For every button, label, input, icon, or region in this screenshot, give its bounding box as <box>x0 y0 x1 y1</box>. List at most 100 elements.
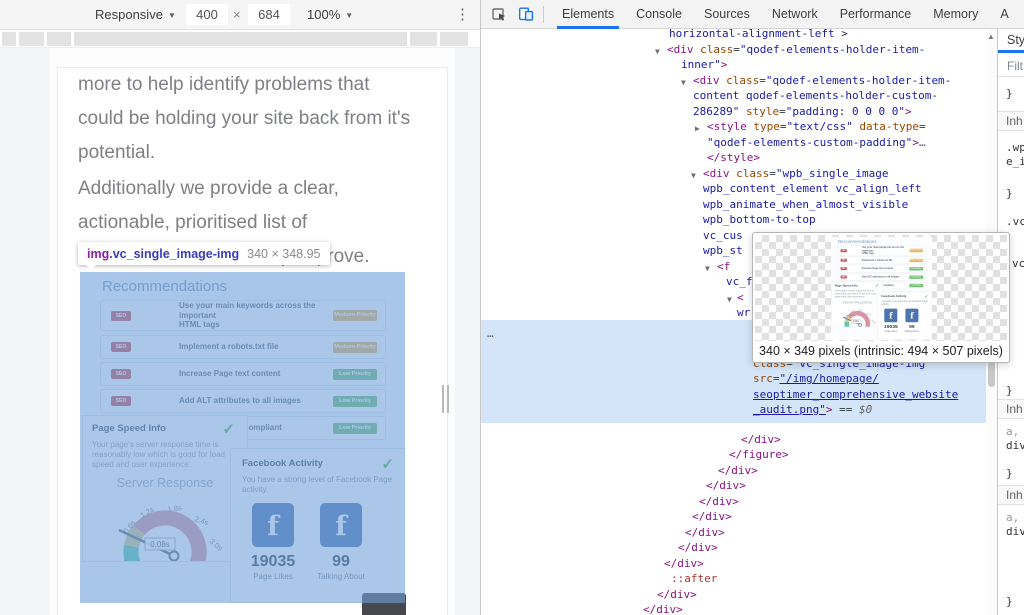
style-rule-text[interactable]: a, <box>1006 425 1019 438</box>
dom-tree-node[interactable]: inner"> <box>681 57 727 72</box>
dom-tree-node[interactable]: ▼<div class="qodef-elements-holder-item- <box>667 42 925 57</box>
dom-tree-node[interactable]: vc_f <box>726 274 753 289</box>
style-rule-text[interactable]: vc <box>1012 257 1024 270</box>
style-rule-text[interactable]: } <box>1006 187 1013 200</box>
dom-tree-node[interactable]: </div> <box>741 432 781 447</box>
dom-tree-node[interactable]: </div> <box>664 556 704 571</box>
dom-tree-node[interactable]: wpb_st <box>703 243 743 258</box>
twisty-icon[interactable]: ▼ <box>691 168 696 183</box>
twisty-icon[interactable]: ▼ <box>727 292 732 307</box>
dom-tree-node[interactable]: </figure> <box>729 447 789 462</box>
recommendation-row[interactable]: SEOIncrease Page text contentLow Priorit… <box>100 362 386 386</box>
dom-tree-node[interactable]: ▼<f <box>717 259 730 274</box>
dom-tree-node[interactable]: </div> <box>692 509 732 524</box>
style-rule-text[interactable]: a, <box>1006 511 1019 524</box>
style-rule-text[interactable]: } <box>1006 87 1013 100</box>
dom-tree-node[interactable]: ::after <box>671 571 717 586</box>
styles-filter[interactable]: Filt <box>998 53 1024 77</box>
priority-pill[interactable]: Medium Priority <box>909 259 923 262</box>
twisty-icon[interactable]: ▼ <box>705 261 710 276</box>
inspect-cursor-icon[interactable] <box>490 5 508 23</box>
viewport-height-input[interactable]: 684 <box>248 4 290 25</box>
twisty-icon[interactable]: ▼ <box>681 75 686 90</box>
recommendation-row[interactable]: SEOAdd ALT attributes to all imagesLow P… <box>100 389 386 413</box>
media-query-segment[interactable] <box>47 32 71 46</box>
priority-pill[interactable]: Low Priority <box>909 284 923 287</box>
scrollbar-up-icon[interactable]: ▲ <box>987 32 995 41</box>
tab-a[interactable]: A <box>989 0 1019 29</box>
dom-tree-node[interactable]: </style> <box>707 150 760 165</box>
tab-console[interactable]: Console <box>625 0 693 29</box>
dom-tree-node[interactable]: _audit.png"> == $0 <box>753 402 872 417</box>
audit-image[interactable]: RecommendationsSEOUse your main keywords… <box>80 272 405 603</box>
scroll-widget[interactable] <box>362 593 406 615</box>
dom-tree-node[interactable]: vc_cus <box>703 228 743 243</box>
tab-memory[interactable]: Memory <box>922 0 989 29</box>
recommendation-row[interactable]: SEOImplement a robots.txt fileMedium Pri… <box>100 335 386 359</box>
media-query-segment[interactable] <box>74 32 407 46</box>
media-query-segment[interactable] <box>440 32 468 46</box>
dom-tree-node[interactable]: wpb_content_element vc_align_left <box>703 181 922 196</box>
style-rule-text[interactable]: div <box>1006 525 1024 538</box>
priority-pill[interactable]: Low Priority <box>333 396 377 407</box>
priority-pill[interactable]: Medium Priority <box>333 342 377 353</box>
recommendation-row[interactable]: SEOAdd ALT attributes to all imagesLow P… <box>837 273 926 280</box>
priority-pill[interactable]: Medium Priority <box>909 249 923 252</box>
style-rule-text[interactable]: } <box>1006 595 1013 608</box>
tab-performance[interactable]: Performance <box>829 0 923 29</box>
dom-tree-node[interactable]: </div> <box>706 478 746 493</box>
dom-tree-node[interactable]: 286289" style="padding: 0 0 0 0"> <box>693 104 912 119</box>
twisty-icon[interactable]: ▼ <box>655 44 660 59</box>
dom-tree-node[interactable]: </div> <box>718 463 758 478</box>
media-query-segment[interactable] <box>2 32 16 46</box>
dom-tree-node[interactable]: </div> <box>685 525 725 540</box>
style-rule-text[interactable]: .wp <box>1006 141 1024 154</box>
dom-tree-node[interactable]: ▼<div class="qodef-elements-holder-item- <box>693 73 951 88</box>
dom-tree-node[interactable]: horizontal-alignment-left > <box>669 29 848 41</box>
dom-tree-node[interactable]: </div> <box>678 540 718 555</box>
recommendation-row[interactable]: SEOUse your main keywords across the imp… <box>100 300 386 331</box>
style-rule-text[interactable]: .vc <box>1006 215 1024 228</box>
tab-styles[interactable]: Sty <box>1007 33 1024 47</box>
style-rule-text[interactable]: } <box>1006 467 1013 480</box>
twisty-icon[interactable]: ▶ <box>695 121 700 136</box>
priority-pill[interactable]: Low Priority <box>909 275 923 278</box>
media-query-segment[interactable] <box>19 32 44 46</box>
kebab-menu-icon[interactable]: ⋮ <box>455 5 470 23</box>
device-mode-select[interactable]: Responsive▼ <box>95 7 176 22</box>
style-rule-text[interactable]: } <box>1006 384 1013 397</box>
viewport-resize-handle[interactable] <box>442 385 450 413</box>
priority-pill[interactable]: Low Priority <box>333 423 377 434</box>
dom-tree-node[interactable]: seoptimer_comprehensive_website <box>753 387 958 402</box>
stat-label: Talking About <box>900 330 925 333</box>
dom-tree-node[interactable]: </div> <box>657 587 697 602</box>
viewport-width-input[interactable]: 400 <box>186 4 228 25</box>
dom-tree-node[interactable]: </div> <box>699 494 739 509</box>
dom-tree-node[interactable]: src="/img/homepage/ <box>753 371 879 386</box>
tab-sources[interactable]: Sources <box>693 0 761 29</box>
device-toolbar-icon[interactable] <box>517 5 535 23</box>
tab-network[interactable]: Network <box>761 0 829 29</box>
priority-pill[interactable]: Low Priority <box>333 369 377 380</box>
style-rule-text[interactable]: e_i <box>1006 155 1024 168</box>
facebook-icon: f <box>320 503 362 547</box>
recommendation-row[interactable]: SEOImplement a robots.txt fileMedium Pri… <box>837 257 926 264</box>
tab-elements[interactable]: Elements <box>551 0 625 29</box>
dom-tree-node[interactable]: ▼< <box>737 290 744 305</box>
zoom-select[interactable]: 100%▼ <box>307 7 353 22</box>
style-rule-text[interactable]: div <box>1006 439 1024 452</box>
dom-tree-node[interactable]: </div> <box>643 602 683 615</box>
dom-tree-node[interactable]: wpb_bottom-to-top <box>703 212 816 227</box>
priority-pill[interactable]: Low Priority <box>909 267 923 270</box>
dom-tree-node[interactable]: ▶<style type="text/css" data-type= <box>707 119 926 134</box>
dom-tree-node[interactable]: ▼<div class="wpb_single_image <box>703 166 888 181</box>
recommendation-row[interactable]: SEOIncrease Page text contentLow Priorit… <box>837 265 926 272</box>
dom-tree-node[interactable]: … <box>487 326 494 341</box>
dom-tree-node[interactable]: "qodef-elements-custom-padding">… <box>707 135 926 150</box>
recommendation-row[interactable]: SEOUse your main keywords across the imp… <box>837 246 926 256</box>
dom-tree-node[interactable]: wpb_animate_when_almost_visible <box>703 197 908 212</box>
dom-tree-node[interactable]: content qodef-elements-holder-custom- <box>693 88 938 103</box>
priority-pill[interactable]: Medium Priority <box>333 310 377 321</box>
media-query-segment[interactable] <box>410 32 437 46</box>
dom-tree-node[interactable]: wr <box>737 305 750 320</box>
